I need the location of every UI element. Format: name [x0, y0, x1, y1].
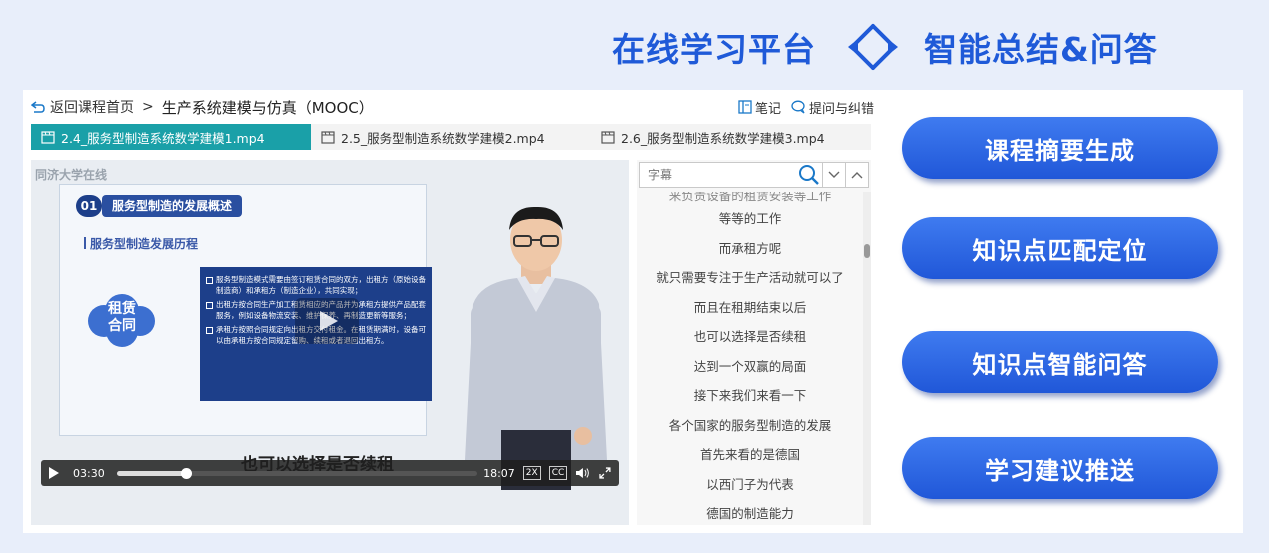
knowledge-locate-button[interactable]: 知识点匹配定位	[902, 217, 1218, 279]
progress-fill	[116, 470, 187, 476]
big-play-icon[interactable]	[295, 298, 359, 344]
progress-handle[interactable]	[181, 467, 193, 479]
subtitle-line[interactable]: 德国的制造能力	[637, 499, 863, 525]
subtitle-panel: 来负责设备的租赁安装等工作 等等的工作而承租方呢就只需要专注于生产活动就可以了而…	[637, 160, 871, 525]
chevron-up-icon	[851, 172, 863, 179]
notes-icon	[738, 100, 752, 114]
duration: 18:07	[483, 466, 515, 480]
tab-video-2-4[interactable]: 2.4_服务型制造系统数学建模1.mp4	[31, 124, 311, 150]
slide-title: 服务型制造的发展概述	[102, 195, 243, 217]
progress-bar[interactable]	[116, 467, 478, 479]
notes-button[interactable]: 笔记	[738, 98, 781, 117]
tab-label: 2.5_服务型制造系统数学建模2.mp4	[341, 130, 545, 146]
slide-subtitle: 服务型制造发展历程	[84, 235, 198, 252]
ask-correct-button[interactable]: 提问与纠错	[791, 98, 874, 117]
video-player[interactable]: 同济大学在线 01 服务型制造的发展概述 服务型制造发展历程 租赁合同 服务型制…	[31, 160, 629, 525]
subtitle-line[interactable]: 首先来看的是德国	[637, 440, 863, 470]
top-bar: 返回课程首页 > 生产系统建模与仿真（MOOC） 笔记 提问与纠错	[30, 96, 874, 118]
study-advice-button[interactable]: 学习建议推送	[902, 437, 1218, 499]
subtitle-search-input[interactable]	[639, 162, 823, 188]
current-time: 03:30	[73, 466, 105, 480]
volume-icon[interactable]	[575, 467, 591, 479]
video-controls: 03:30 18:07 2X CC	[41, 460, 619, 486]
chevron-down-icon	[828, 171, 840, 178]
banner-right-title: 智能总结&问答	[924, 30, 1158, 69]
play-icon[interactable]	[49, 467, 59, 479]
subtitle-line[interactable]: 以西门子为代表	[637, 470, 863, 500]
subtitle-line[interactable]: 接下来我们来看一下	[637, 381, 863, 411]
subtitle-line[interactable]: 而且在租期结束以后	[637, 293, 863, 323]
banner-left-title: 在线学习平台	[612, 30, 816, 69]
tab-video-2-6[interactable]: 2.6_服务型制造系统数学建模3.mp4	[591, 124, 871, 150]
cloud-text: 租赁合同	[108, 301, 136, 334]
banner: 在线学习平台 智能总结&问答	[612, 22, 1158, 72]
subtitle-line[interactable]: 而承租方呢	[637, 234, 863, 264]
subtitle-search	[639, 162, 869, 188]
next-match-button[interactable]	[823, 162, 846, 188]
back-to-course-link[interactable]: 返回课程首页	[30, 97, 134, 117]
subtitle-line[interactable]: 等等的工作	[637, 204, 863, 234]
fullscreen-icon[interactable]	[599, 467, 611, 479]
back-arrow-icon	[30, 101, 45, 113]
presenter-figure	[465, 206, 607, 490]
lecture-slide: 01 服务型制造的发展概述 服务型制造发展历程 租赁合同 服务型制造模式需要由签…	[59, 184, 432, 436]
back-label: 返回课程首页	[50, 100, 134, 116]
slide-number: 01	[76, 195, 102, 217]
breadcrumb-separator: >	[142, 99, 154, 115]
search-icon[interactable]	[797, 163, 821, 187]
course-title: 生产系统建模与仿真（MOOC）	[161, 98, 374, 117]
video-tabs: 2.4_服务型制造系统数学建模1.mp4 2.5_服务型制造系统数学建模2.mp…	[31, 124, 871, 150]
subtitle-line[interactable]: 达到一个双赢的局面	[637, 352, 863, 382]
video-file-icon	[601, 130, 615, 144]
video-watermark: 同济大学在线	[35, 168, 108, 182]
tab-video-2-5[interactable]: 2.5_服务型制造系统数学建模2.mp4	[311, 124, 591, 150]
scrollbar-thumb[interactable]	[864, 244, 870, 258]
subtitle-list: 来负责设备的租赁安装等工作 等等的工作 而承租方呢 就只需要专注于生产活动就可以了而…	[637, 192, 863, 525]
knowledge-qa-button[interactable]: 知识点智能问答	[902, 331, 1218, 393]
tab-label: 2.4_服务型制造系统数学建模1.mp4	[61, 130, 265, 146]
ask-label: 提问与纠错	[808, 101, 874, 117]
slide-bullet: 服务型制造模式需要由签订租赁合同的双方，出租方（原始设备制造商）和承租方（制造企…	[206, 275, 426, 296]
subtitle-line-partial[interactable]: 来负责设备的租赁安装等工作	[637, 192, 863, 204]
captions-button[interactable]: CC	[548, 466, 568, 480]
tab-label: 2.6_服务型制造系统数学建模3.mp4	[621, 130, 825, 146]
subtitle-line[interactable]: 就只需要专注于生产活动就可以了	[637, 263, 863, 293]
double-arrow-swap-icon	[844, 22, 902, 72]
chat-bubble-icon	[791, 100, 805, 114]
notes-label: 笔记	[754, 101, 781, 117]
video-file-icon	[321, 130, 335, 144]
subtitle-line[interactable]: 也可以选择是否续租	[637, 322, 863, 352]
subtitle-line[interactable]: 各个国家的服务型制造的发展	[637, 411, 863, 441]
video-file-icon	[41, 130, 55, 144]
speed-button[interactable]: 2X	[522, 466, 541, 480]
subtitle-scrollbar[interactable]	[863, 192, 871, 525]
top-actions: 笔记 提问与纠错	[728, 98, 874, 117]
course-summary-button[interactable]: 课程摘要生成	[902, 117, 1218, 179]
prev-match-button[interactable]	[846, 162, 869, 188]
